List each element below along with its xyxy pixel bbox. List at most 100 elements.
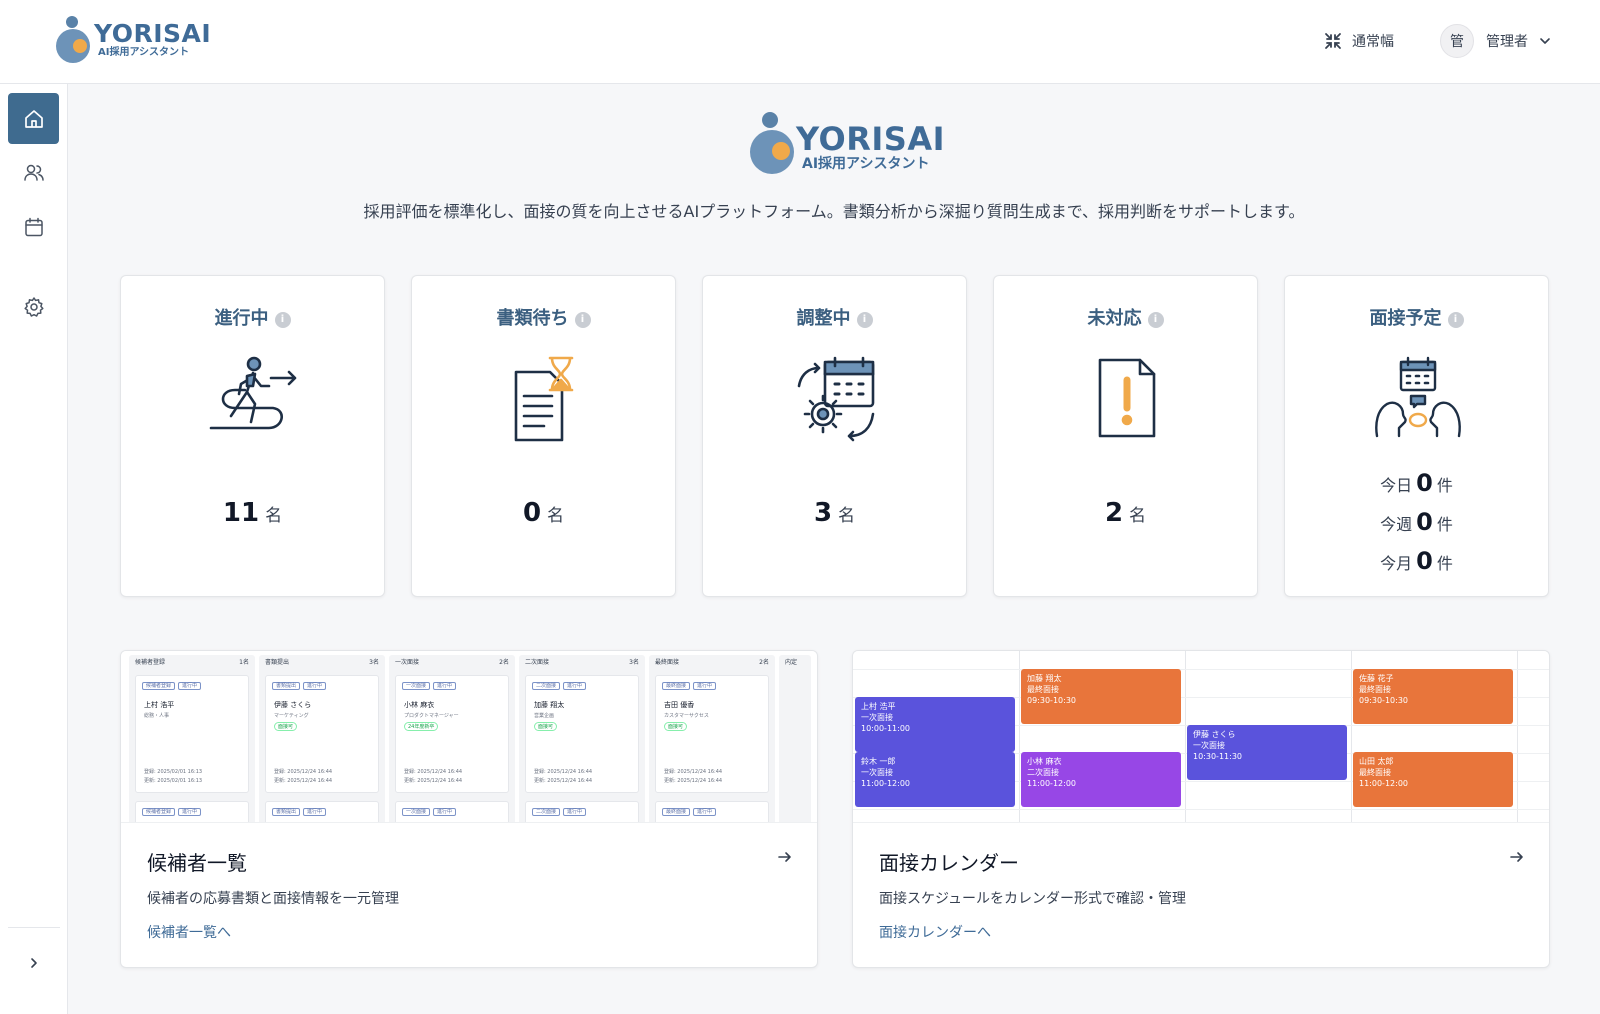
logo-mark-icon: [750, 112, 796, 174]
info-icon[interactable]: i: [574, 312, 591, 328]
stat-card-in-progress[interactable]: 進行中 i 11 名: [120, 275, 385, 597]
calendar-gridline: [1351, 651, 1352, 822]
hero-brand-name: YORISAI: [796, 120, 945, 158]
arrow-right-icon[interactable]: [1509, 849, 1525, 865]
stat-unit: 名: [265, 506, 283, 526]
stat-title: 面接予定: [1369, 308, 1442, 329]
stat-value: 11: [222, 498, 260, 528]
feature-description: 面接スケジュールをカレンダー形式で確認・管理: [879, 891, 1187, 907]
stat-title: 書類待ち: [496, 308, 569, 329]
stat-value: 0: [522, 498, 542, 528]
stat-unit: 名: [1129, 506, 1147, 526]
home-icon: [24, 109, 43, 128]
stat-unit: 名: [838, 506, 856, 526]
stat-card-coordinating[interactable]: 調整中 i 3名: [702, 275, 967, 597]
document-hourglass-icon: [514, 356, 574, 442]
document-alert-icon: [1098, 358, 1156, 438]
sidebar-item-candidates[interactable]: [8, 147, 59, 198]
kanban-column: 一次面接 2名 一次面接 進行中 小林 麻衣 プロダクトマネージャー 24年度新卒 登録: 2…: [389, 655, 515, 822]
hero-logo: YORISAI AI採用アシスタント: [750, 112, 945, 174]
calendar-event: 鈴木 一郎 一次面接 11:00-12:00: [855, 752, 1015, 807]
kanban-card: 二次面接 進行中: [525, 801, 639, 822]
stat-card-awaiting-documents[interactable]: 書類待ち i 0名: [411, 275, 676, 597]
kanban-card: 候補者登録 進行中: [135, 801, 249, 822]
info-icon[interactable]: i: [856, 312, 873, 328]
gear-icon: [23, 296, 44, 317]
schedule-row-month: 今月 0 件: [1380, 547, 1453, 575]
calendar-gridline: [1185, 651, 1186, 822]
width-toggle-label: 通常幅: [1352, 34, 1394, 50]
stat-card-unhandled[interactable]: 未対応 i 2名: [993, 275, 1258, 597]
stat-unit: 名: [547, 506, 565, 526]
brand-subtitle: AI採用アシスタント: [98, 47, 190, 58]
avatar: 管: [1440, 24, 1474, 58]
calendar-event: 伊藤 さくら 一次面接 10:30-11:30: [1187, 725, 1347, 780]
kanban-card: 候補者登録 進行中 上村 浩平 総務・人事 登録: 2025/02/01 16:13 更新…: [135, 675, 249, 793]
info-icon[interactable]: i: [1447, 312, 1464, 328]
schedule-row-today: 今日 0 件: [1380, 469, 1453, 497]
user-menu[interactable]: 管 管理者: [1440, 24, 1552, 58]
stat-value: 2: [1104, 498, 1124, 528]
calendar-gridline: [853, 809, 1549, 810]
logo-mark-icon: [56, 16, 92, 64]
width-toggle-button[interactable]: 通常幅: [1324, 31, 1394, 51]
chevron-right-icon: [30, 957, 37, 968]
info-icon[interactable]: i: [1147, 312, 1164, 328]
candidates-preview-image: 候補者登録 1名 候補者登録 進行中 上村 浩平 総務・人事 登録: 2025/02/01 …: [121, 651, 817, 823]
kanban-card: 一次面接 進行中 小林 麻衣 プロダクトマネージャー 24年度新卒 登録: 2025/12…: [395, 675, 509, 793]
calendar-event: 佐藤 花子 最終面接 09:30-10:30: [1353, 669, 1513, 724]
candidates-link[interactable]: 候補者一覧へ: [147, 922, 231, 942]
kanban-column: 内定: [779, 655, 811, 822]
kanban-card: 最終面接 進行中 吉田 優香 カスタマーサクセス 面接可 登録: 2025/12/24 1…: [655, 675, 769, 793]
collapse-arrows-icon: [1325, 33, 1341, 49]
sidebar-item-home[interactable]: [8, 93, 59, 144]
brand-logo[interactable]: YORISAI AI採用アシスタント: [56, 16, 211, 64]
stat-value: 3: [813, 498, 833, 528]
kanban-card: 二次面接 進行中 加藤 翔太 営業企画 面接可 登録: 2025/12/24 16:44 更…: [525, 675, 639, 793]
sidebar-expand-button[interactable]: [8, 937, 59, 988]
stat-card-interviews-scheduled[interactable]: 面接予定 i 今日 0 件 今週 0 件 今月 0 件: [1284, 275, 1549, 597]
feature-card-candidates[interactable]: 候補者登録 1名 候補者登録 進行中 上村 浩平 総務・人事 登録: 2025/02/01 …: [120, 650, 818, 968]
user-name: 管理者: [1486, 34, 1528, 50]
arrow-right-icon[interactable]: [777, 849, 793, 865]
calendar-event: 小林 麻衣 二次面接 11:00-12:00: [1021, 752, 1181, 807]
chevron-down-icon: [1540, 38, 1550, 44]
schedule-row-week: 今週 0 件: [1380, 508, 1453, 536]
sidebar: [0, 84, 68, 1014]
users-icon: [23, 164, 44, 181]
calendar-event: 山田 太郎 最終面接 11:00-12:00: [1353, 752, 1513, 807]
tagline: 採用評価を標準化し、面接の質を向上させるAIプラットフォーム。書類分析から深掘り…: [363, 202, 1305, 221]
feature-description: 候補者の応募書類と面接情報を一元管理: [147, 891, 399, 907]
kanban-card: 最終面接 進行中: [655, 801, 769, 822]
sidebar-divider: [8, 927, 60, 928]
feature-title: 候補者一覧: [147, 851, 247, 875]
kanban-column: 書類提出 3名 書類提出 進行中 伊藤 さくら マーケティング 面接可 登録: 2025/12…: [259, 655, 385, 822]
calendar-link[interactable]: 面接カレンダーへ: [879, 922, 991, 942]
kanban-card: 一次面接 進行中: [395, 801, 509, 822]
calendar-icon: [24, 217, 43, 236]
feature-title: 面接カレンダー: [879, 851, 1019, 875]
sidebar-item-calendar[interactable]: [8, 201, 59, 252]
interview-icon: [1375, 356, 1461, 438]
walking-person-icon: [209, 356, 297, 430]
app-header: YORISAI AI採用アシスタント 通常幅 管 管理者: [0, 0, 1600, 84]
kanban-column: 候補者登録 1名 候補者登録 進行中 上村 浩平 総務・人事 登録: 2025/02/01 …: [129, 655, 255, 822]
kanban-card: 書類提出 進行中: [265, 801, 379, 822]
stat-title: 進行中: [214, 308, 269, 329]
stat-title: 調整中: [796, 308, 851, 329]
calendar-gear-icon: [797, 356, 875, 442]
kanban-column: 二次面接 3名 二次面接 進行中 加藤 翔太 営業企画 面接可 登録: 2025/12/24 …: [519, 655, 645, 822]
calendar-event: 上村 浩平 一次面接 10:00-11:00: [855, 697, 1015, 752]
calendar-event: 加藤 翔太 最終面接 09:30-10:30: [1021, 669, 1181, 724]
info-icon[interactable]: i: [274, 312, 291, 328]
schedule-summary: 今日 0 件 今週 0 件 今月 0 件: [1285, 464, 1548, 581]
hero-brand-subtitle: AI採用アシスタント: [802, 156, 930, 172]
calendar-preview-image: 上村 浩平 一次面接 10:00-11:00 鈴木 一郎 一次面接 11:00-12:00…: [853, 651, 1549, 823]
kanban-column: 最終面接 2名 最終面接 進行中 吉田 優香 カスタマーサクセス 面接可 登録: 2025/1…: [649, 655, 775, 822]
stat-title: 未対応: [1087, 308, 1142, 329]
calendar-gridline: [1517, 651, 1518, 822]
sidebar-item-settings[interactable]: [8, 281, 59, 332]
kanban-card: 書類提出 進行中 伊藤 さくら マーケティング 面接可 登録: 2025/12/24 16…: [265, 675, 379, 793]
brand-name: YORISAI: [94, 19, 212, 48]
feature-card-calendar[interactable]: 上村 浩平 一次面接 10:00-11:00 鈴木 一郎 一次面接 11:00-12:00…: [852, 650, 1550, 968]
